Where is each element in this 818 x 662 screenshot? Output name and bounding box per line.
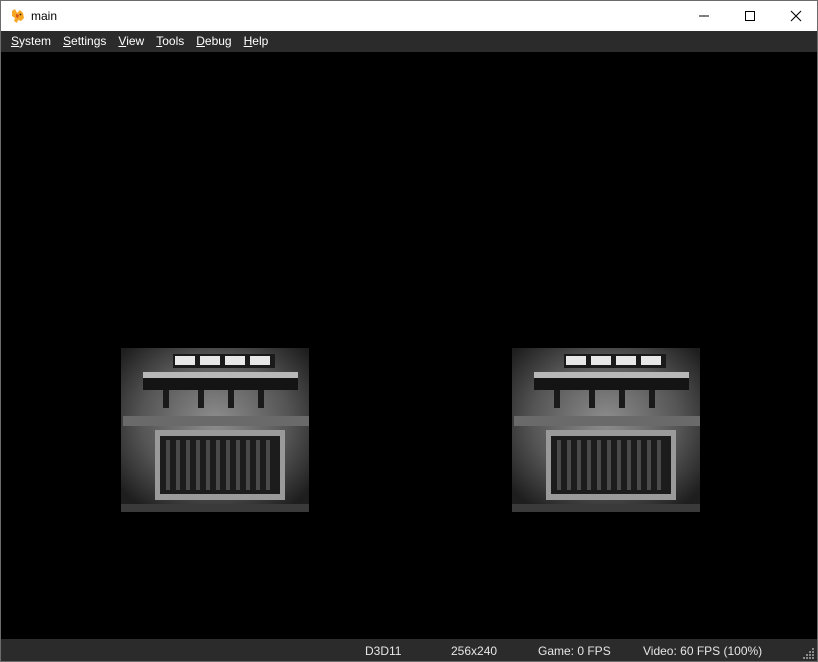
title-bar[interactable]: main xyxy=(1,1,817,31)
machine-sprite-right xyxy=(512,348,700,512)
status-renderer: D3D11 xyxy=(365,644,402,658)
minimize-button[interactable] xyxy=(681,1,727,31)
menu-system-label: ystem xyxy=(19,34,52,48)
status-game-fps: Game: 0 FPS xyxy=(538,644,611,658)
emulator-window: main System Settings View Tools Debug He… xyxy=(0,0,818,662)
close-icon xyxy=(790,10,802,22)
menu-help-label: elp xyxy=(252,34,269,48)
menu-view[interactable]: View xyxy=(112,31,150,52)
menu-settings-accel: S xyxy=(63,34,72,48)
menu-debug[interactable]: Debug xyxy=(190,31,237,52)
menu-view-label: iew xyxy=(126,34,145,48)
menu-system[interactable]: System xyxy=(5,31,57,52)
menu-tools-label: ools xyxy=(162,34,185,48)
menu-system-accel: S xyxy=(11,34,20,48)
minimize-icon xyxy=(699,15,709,17)
maximize-icon xyxy=(745,11,755,21)
menu-settings-label: ettings xyxy=(71,34,107,48)
window-title: main xyxy=(31,9,58,23)
menu-bar: System Settings View Tools Debug Help xyxy=(1,31,817,52)
menu-help[interactable]: Help xyxy=(238,31,275,52)
menu-debug-accel: D xyxy=(196,34,205,48)
menu-tools[interactable]: Tools xyxy=(150,31,190,52)
game-viewport[interactable] xyxy=(1,52,817,639)
maximize-button[interactable] xyxy=(727,1,773,31)
menu-debug-label: ebug xyxy=(204,34,232,48)
status-resolution: 256x240 xyxy=(451,644,498,658)
close-button[interactable] xyxy=(773,1,818,31)
machine-sprite-left xyxy=(121,348,309,512)
status-bar: D3D11 256x240 Game: 0 FPS Video: 60 FPS … xyxy=(1,639,817,661)
menu-settings[interactable]: Settings xyxy=(57,31,112,52)
resize-grip-icon[interactable] xyxy=(803,647,815,659)
menu-help-accel: H xyxy=(243,34,253,48)
fox-app-icon xyxy=(12,9,24,23)
status-video-fps: Video: 60 FPS (100%) xyxy=(643,644,763,658)
